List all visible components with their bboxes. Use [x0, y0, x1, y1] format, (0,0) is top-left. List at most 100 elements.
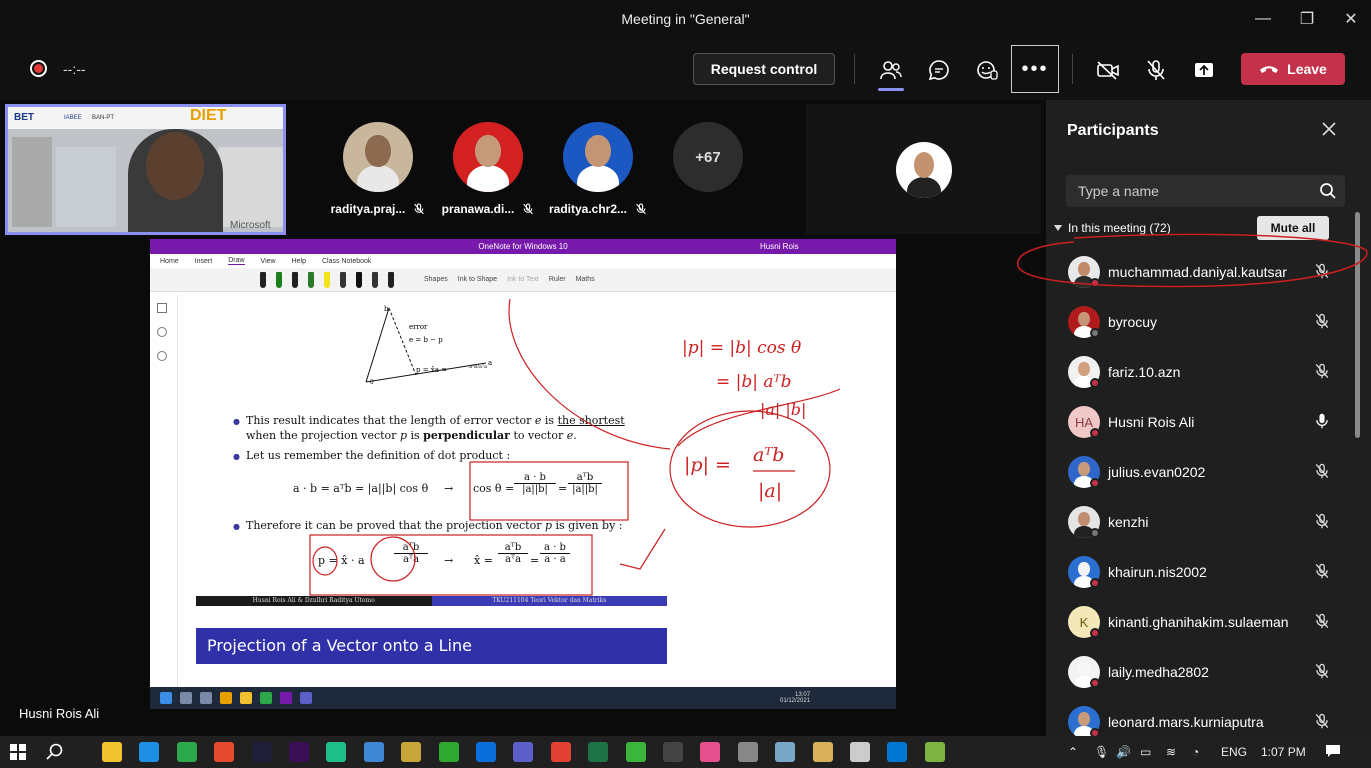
- volume-icon[interactable]: 🔊: [1116, 745, 1131, 759]
- participant-video[interactable]: [806, 104, 1041, 234]
- notifications-button[interactable]: [1325, 744, 1341, 763]
- pen-icon[interactable]: [260, 271, 266, 288]
- start-button[interactable]: [10, 744, 26, 765]
- network-icon[interactable]: ◔: [1192, 745, 1199, 759]
- taskbar-app-icon[interactable]: [550, 742, 571, 762]
- chat-button[interactable]: [922, 53, 956, 87]
- taskbar-app-icon[interactable]: [737, 742, 758, 762]
- participant-row[interactable]: HA Husni Rois Ali: [1046, 397, 1358, 447]
- taskbar-app-icon[interactable]: [251, 742, 272, 762]
- chrome-icon[interactable]: [260, 692, 272, 704]
- taskbar-app-icon[interactable]: [326, 742, 347, 762]
- menu-help[interactable]: Help: [292, 258, 306, 265]
- leave-button[interactable]: Leave: [1241, 53, 1345, 85]
- participant-row[interactable]: kenzhi: [1046, 497, 1358, 547]
- taskbar-app-icon[interactable]: [588, 742, 609, 762]
- pen-icon[interactable]: [356, 271, 362, 288]
- participant-tile[interactable]: raditya.chr2...: [538, 122, 658, 216]
- clock[interactable]: 1:07 PM: [1261, 745, 1306, 759]
- participant-tile[interactable]: pranawa.di...: [428, 122, 548, 216]
- pen-icon[interactable]: [388, 271, 394, 288]
- participant-row[interactable]: laily.medha2802: [1046, 647, 1358, 697]
- taskbar-app-icon[interactable]: [102, 742, 122, 762]
- taskbar-app-icon[interactable]: [775, 742, 796, 762]
- pen-icon[interactable]: [292, 271, 298, 288]
- scrollbar[interactable]: [1355, 212, 1360, 438]
- wifi-icon[interactable]: ≋: [1166, 745, 1176, 759]
- tool-ink-to-text[interactable]: Ink to Text: [507, 276, 539, 283]
- participant-mic[interactable]: [1314, 713, 1330, 734]
- participant-row[interactable]: fariz.10.azn: [1046, 347, 1358, 397]
- participant-mic[interactable]: [1314, 563, 1330, 584]
- close-panel-button[interactable]: [1321, 120, 1337, 143]
- pen-icon[interactable]: [340, 271, 346, 288]
- participant-tile[interactable]: raditya.praj...: [318, 122, 438, 216]
- show-participants-button[interactable]: [874, 53, 908, 91]
- menu-draw[interactable]: Draw: [228, 257, 245, 265]
- taskbar-app-icon[interactable]: [887, 742, 908, 762]
- taskbar-app-icon[interactable]: [513, 742, 534, 762]
- participant-mic[interactable]: [1314, 463, 1330, 484]
- mute-all-button[interactable]: Mute all: [1257, 216, 1329, 240]
- tool-ink-to-shape[interactable]: Ink to Shape: [458, 276, 497, 283]
- participant-row[interactable]: khairun.nis2002: [1046, 547, 1358, 597]
- taskbar-app-icon[interactable]: [850, 742, 870, 762]
- taskbar-app-icon[interactable]: [700, 742, 721, 762]
- participant-mic[interactable]: [1314, 613, 1330, 634]
- highlighter-icon[interactable]: [324, 271, 330, 288]
- overflow-participants[interactable]: +67: [648, 122, 768, 192]
- camera-toggle-button[interactable]: [1091, 53, 1125, 87]
- more-actions-button[interactable]: •••: [1011, 45, 1059, 93]
- taskbar-app-icon[interactable]: [214, 742, 235, 762]
- taskbar-app-icon[interactable]: [663, 742, 683, 762]
- participant-mic[interactable]: [1314, 663, 1330, 684]
- taskview-icon[interactable]: [200, 692, 212, 704]
- taskbar-app-icon[interactable]: [438, 742, 459, 762]
- search-input[interactable]: [1066, 175, 1306, 207]
- search-button[interactable]: [46, 743, 64, 766]
- taskbar-app-icon[interactable]: [289, 742, 309, 762]
- recent-icon[interactable]: [157, 351, 167, 361]
- reactions-button[interactable]: [970, 53, 1004, 87]
- participant-row[interactable]: muchammad.daniyal.kautsar: [1046, 247, 1358, 297]
- teams-icon[interactable]: [300, 692, 312, 704]
- tray-chevron-icon[interactable]: ⌃: [1068, 745, 1078, 759]
- minimize-button[interactable]: —: [1243, 0, 1283, 38]
- close-window-button[interactable]: ✕: [1331, 0, 1371, 38]
- taskbar-app-icon[interactable]: [363, 742, 384, 762]
- taskbar-app-icon[interactable]: [401, 742, 422, 762]
- microphone-tray-icon[interactable]: 🎙: [1094, 745, 1109, 759]
- battery-icon[interactable]: ▭: [1140, 745, 1151, 759]
- pen-icon[interactable]: [276, 271, 282, 288]
- tool-shapes[interactable]: Shapes: [424, 276, 448, 283]
- taskbar-app-icon[interactable]: [476, 742, 496, 762]
- notebooks-icon[interactable]: [157, 303, 167, 313]
- participant-mic[interactable]: [1314, 513, 1330, 534]
- maximize-button[interactable]: ❐: [1287, 0, 1327, 38]
- search-icon[interactable]: [1319, 182, 1337, 205]
- pen-icon[interactable]: [372, 271, 378, 288]
- menu-view[interactable]: View: [261, 258, 276, 265]
- menu-home[interactable]: Home: [160, 258, 179, 265]
- tool-maths[interactable]: Maths: [576, 276, 595, 283]
- mic-toggle-button[interactable]: [1139, 53, 1173, 87]
- participant-mic[interactable]: [1314, 363, 1330, 384]
- windows-icon[interactable]: [160, 692, 172, 704]
- language-indicator[interactable]: ENG: [1221, 745, 1247, 759]
- taskbar-app-icon[interactable]: [924, 742, 945, 762]
- participant-mic[interactable]: [1314, 413, 1330, 434]
- participant-mic[interactable]: [1314, 313, 1330, 334]
- tool-ruler[interactable]: Ruler: [549, 276, 566, 283]
- presenter-video[interactable]: BET IABEE BAN-PT DIET Microsoft: [5, 104, 286, 235]
- participant-mic[interactable]: [1314, 263, 1330, 284]
- share-content-button[interactable]: [1187, 53, 1221, 87]
- in-meeting-section-toggle[interactable]: In this meeting (72): [1054, 221, 1171, 235]
- pen-icon[interactable]: [308, 271, 314, 288]
- app-icon[interactable]: [220, 692, 232, 704]
- taskbar-app-icon[interactable]: [625, 742, 646, 762]
- participant-row[interactable]: Kkinanti.ghanihakim.sulaeman: [1046, 597, 1358, 647]
- taskbar-app-icon[interactable]: [139, 742, 160, 762]
- menu-insert[interactable]: Insert: [195, 258, 213, 265]
- participant-row[interactable]: julius.evan0202: [1046, 447, 1358, 497]
- folder-icon[interactable]: [240, 692, 252, 704]
